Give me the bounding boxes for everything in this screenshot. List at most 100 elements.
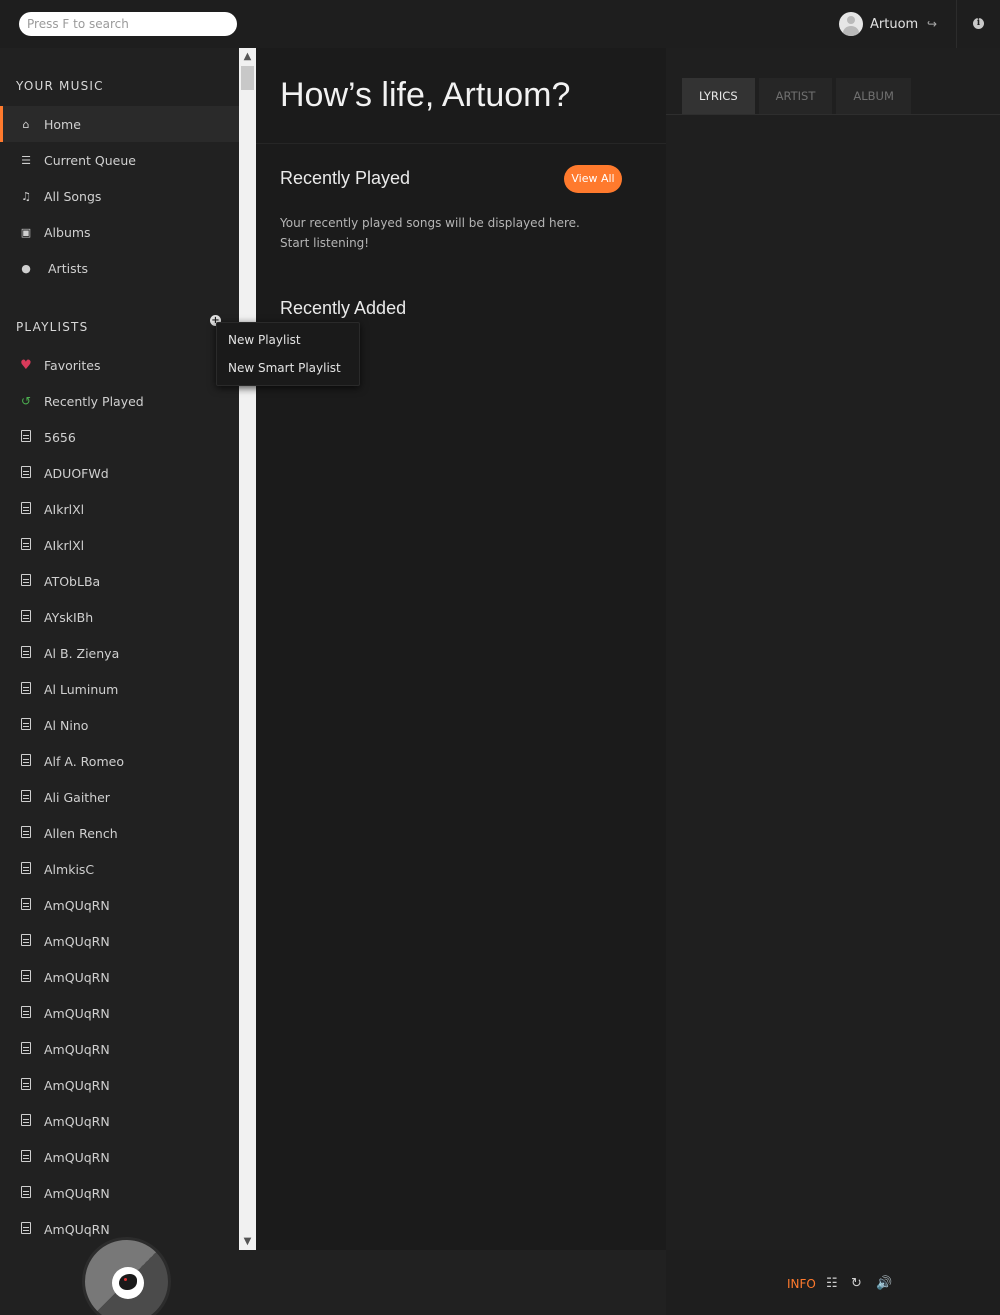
sidebar-item-playlist[interactable]: AmQUqRN <box>0 923 239 959</box>
sidebar-item-playlist[interactable]: ATObLBa <box>0 563 239 599</box>
view-all-button[interactable]: View All <box>564 165 622 193</box>
sidebar-item-home[interactable]: ⌂ Home <box>0 106 239 142</box>
sidebar-item-playlist[interactable]: AmQUqRN <box>0 1067 239 1103</box>
sidebar-scrollbar[interactable]: ▲ ▼ <box>239 48 256 1250</box>
sidebar-item-playlist[interactable]: Al B. Zienya <box>0 635 239 671</box>
tab-artist[interactable]: ARTIST <box>758 78 833 114</box>
sidebar-item-label: AlmkisC <box>44 861 95 877</box>
file-icon <box>19 573 33 589</box>
sidebar-item-label: AmQUqRN <box>44 897 110 913</box>
file-icon <box>19 933 33 949</box>
sidebar-item-playlist[interactable]: AmQUqRN <box>0 1103 239 1139</box>
sidebar-item-playlist[interactable]: AmQUqRN <box>0 959 239 995</box>
sidebar-item-playlist[interactable]: AmQUqRN <box>0 995 239 1031</box>
sidebar-item-artists[interactable]: ● Artists <box>0 250 239 286</box>
scroll-down-icon[interactable]: ▼ <box>239 1233 256 1250</box>
file-icon <box>19 825 33 841</box>
volume-icon[interactable]: 🔊 <box>876 1276 892 1291</box>
sidebar-item-playlist[interactable]: 5656 <box>0 419 239 455</box>
sidebar-item-playlist[interactable]: AlmkisC <box>0 851 239 887</box>
sidebar-item-playlist[interactable]: AmQUqRN <box>0 1031 239 1067</box>
sidebar: YOUR MUSIC ⌂ Home ☰ Current Queue ♫ All … <box>0 48 239 1250</box>
sign-out-icon[interactable]: ↪ <box>927 17 937 31</box>
new-playlist-menu-item[interactable]: New Playlist <box>228 333 301 347</box>
sidebar-item-playlist[interactable]: Al Nino <box>0 707 239 743</box>
playlists-heading: PLAYLISTS <box>16 320 89 334</box>
equalizer-icon[interactable]: ☷ <box>826 1276 838 1291</box>
info-toggle-button[interactable]: INFO <box>787 1277 816 1291</box>
extra-panel: LYRICS ARTIST ALBUM <box>666 48 1000 1250</box>
header-divider <box>956 0 957 48</box>
sidebar-item-label: AmQUqRN <box>44 1149 110 1165</box>
sidebar-item-playlist[interactable]: AmQUqRN <box>0 1175 239 1211</box>
file-icon <box>19 681 33 697</box>
sidebar-item-label: Ali Gaither <box>44 789 110 805</box>
home-screen: How’s life, Artuom? Recently Played View… <box>256 48 666 1250</box>
tab-lyrics[interactable]: LYRICS <box>682 78 755 114</box>
playlist-context-menu: New Playlist New Smart Playlist <box>216 322 360 386</box>
sidebar-item-label: Allen Rench <box>44 825 118 841</box>
album-art <box>112 1267 144 1299</box>
file-icon <box>19 1077 33 1093</box>
microphone-icon: ● <box>21 261 31 275</box>
file-icon <box>19 537 33 553</box>
file-icon <box>19 609 33 625</box>
sidebar-item-label: Current Queue <box>44 152 136 168</box>
sidebar-item-label: All Songs <box>44 188 102 204</box>
file-icon <box>19 1113 33 1129</box>
file-icon <box>19 1041 33 1057</box>
sidebar-item-playlist[interactable]: Alf A. Romeo <box>0 743 239 779</box>
sidebar-item-label: AmQUqRN <box>44 1113 110 1129</box>
sidebar-item-label: Al B. Zienya <box>44 645 120 661</box>
scroll-up-icon[interactable]: ▲ <box>239 48 256 65</box>
top-header: Artuom ↪ i <box>0 0 1000 48</box>
file-icon <box>19 465 33 481</box>
empty-text-line: Your recently played songs will be displ… <box>280 216 580 230</box>
empty-text-line: Start listening! <box>280 236 370 250</box>
sidebar-item-playlist[interactable]: AIkrlXl <box>0 491 239 527</box>
info-icon[interactable]: i <box>973 18 984 29</box>
sidebar-item-favorites[interactable]: ♥ Favorites <box>0 347 239 383</box>
sidebar-item-playlist[interactable]: Ali Gaither <box>0 779 239 815</box>
page-title: How’s life, Artuom? <box>280 76 571 114</box>
heart-icon: ♥ <box>20 357 32 373</box>
sidebar-item-playlist[interactable]: AYskIBh <box>0 599 239 635</box>
divider <box>256 143 666 144</box>
tab-album[interactable]: ALBUM <box>836 78 911 114</box>
sidebar-item-label: AIkrlXl <box>44 501 85 517</box>
user-profile-link[interactable]: Artuom <box>839 12 918 36</box>
username[interactable]: Artuom <box>870 17 918 32</box>
search-input[interactable] <box>19 12 237 36</box>
file-icon <box>19 897 33 913</box>
sidebar-item-label: AYskIBh <box>44 609 94 625</box>
file-icon <box>19 1005 33 1021</box>
sidebar-item-playlist[interactable]: Allen Rench <box>0 815 239 851</box>
history-icon: ↺ <box>20 394 32 408</box>
extra-panel-tabs: LYRICS ARTIST ALBUM <box>682 78 915 114</box>
scrollbar-thumb[interactable] <box>241 66 254 90</box>
file-icon <box>19 1185 33 1201</box>
repeat-icon[interactable]: ↻ <box>851 1276 862 1291</box>
sidebar-item-all-songs[interactable]: ♫ All Songs <box>0 178 239 214</box>
new-smart-playlist-menu-item[interactable]: New Smart Playlist <box>228 361 341 375</box>
recently-played-empty-text: Your recently played songs will be displ… <box>280 213 580 253</box>
file-icon <box>19 501 33 517</box>
list-icon: ☰ <box>21 153 31 167</box>
file-icon <box>19 1149 33 1165</box>
sidebar-item-playlist[interactable]: ADUOFWd <box>0 455 239 491</box>
recently-played-heading: Recently Played <box>280 168 411 188</box>
music-icon: ♫ <box>21 189 31 203</box>
sidebar-item-playlist[interactable]: AIkrlXl <box>0 527 239 563</box>
sidebar-item-label: AIkrlXl <box>44 537 85 553</box>
sidebar-item-label: ADUOFWd <box>44 465 109 481</box>
sidebar-item-label: Artists <box>48 260 88 276</box>
sidebar-item-label: Al Luminum <box>44 681 119 697</box>
sidebar-item-current-queue[interactable]: ☰ Current Queue <box>0 142 239 178</box>
avatar[interactable] <box>839 12 863 36</box>
sidebar-item-albums[interactable]: ▣ Albums <box>0 214 239 250</box>
sidebar-item-recently-played[interactable]: ↺ Recently Played <box>0 383 239 419</box>
sidebar-item-playlist[interactable]: Al Luminum <box>0 671 239 707</box>
your-music-heading: YOUR MUSIC <box>16 79 104 93</box>
sidebar-item-playlist[interactable]: AmQUqRN <box>0 887 239 923</box>
sidebar-item-playlist[interactable]: AmQUqRN <box>0 1139 239 1175</box>
